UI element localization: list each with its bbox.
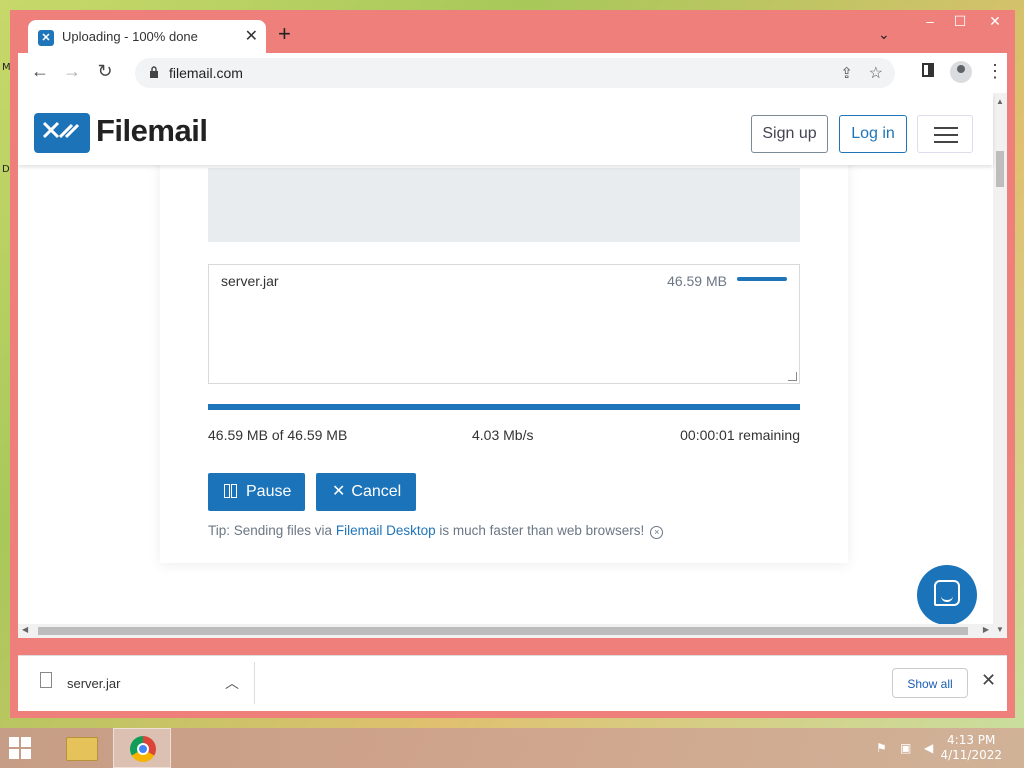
close-window-button[interactable]: ✕ <box>975 10 1015 34</box>
hamburger-menu-icon[interactable] <box>917 115 973 153</box>
cancel-button[interactable]: ✕ Cancel <box>316 473 416 511</box>
lock-icon <box>150 66 158 78</box>
file-name: server.jar <box>221 273 279 289</box>
tab-close-icon[interactable]: ✕ <box>245 26 258 46</box>
taskbar: ⚑ ▣ ◀ 4:13 PM 4/11/2022 <box>0 728 1024 768</box>
vertical-scrollbar[interactable]: ▲ ▼ <box>993 93 1007 638</box>
cancel-icon: ✕ <box>332 483 346 500</box>
action-center-flag-icon[interactable]: ⚑ <box>876 741 890 755</box>
page-viewport: Filemail Sign up Log in server.jar 46.59… <box>18 93 1007 638</box>
scroll-left-icon[interactable]: ◀ <box>22 625 28 634</box>
tab-title: Uploading - 100% done <box>62 29 198 44</box>
windows-start-icon[interactable] <box>9 737 31 759</box>
cancel-label: Cancel <box>351 483 402 500</box>
file-drop-zone[interactable] <box>208 168 800 242</box>
file-explorer-icon[interactable] <box>62 731 102 765</box>
show-all-button[interactable]: Show all <box>892 668 968 698</box>
tab-uploading[interactable]: ✕ Uploading - 100% done ✕ <box>28 20 266 54</box>
filemail-favicon-icon: ✕ <box>38 30 54 46</box>
pause-label: Pause <box>246 483 292 500</box>
time-remaining: 00:00:01 remaining <box>680 427 800 443</box>
desktop-edge-text-2: D <box>2 164 10 175</box>
volume-muted-icon[interactable]: ◀ <box>924 741 938 755</box>
browser-window: ✕ Uploading - 100% done ✕ + ⌄ – ☐ ✕ ← → … <box>10 10 1015 718</box>
scroll-up-icon[interactable]: ▲ <box>996 97 1004 106</box>
back-button[interactable]: ← <box>28 61 52 82</box>
file-icon <box>40 672 52 688</box>
tip-close-icon[interactable]: × <box>650 526 664 539</box>
upload-progress-fill <box>208 404 800 410</box>
pause-button[interactable]: Pause <box>208 473 305 511</box>
vertical-scroll-thumb[interactable] <box>996 151 1004 187</box>
chat-icon <box>934 580 960 606</box>
upload-speed: 4.03 Mb/s <box>472 427 534 443</box>
log-in-button[interactable]: Log in <box>839 115 907 153</box>
sign-up-button[interactable]: Sign up <box>751 115 828 153</box>
bookmark-star-icon[interactable]: ☆ <box>869 63 883 83</box>
browser-menu-icon[interactable]: ⋮ <box>986 61 1004 82</box>
chat-support-button[interactable] <box>917 565 977 625</box>
filemail-logo-icon[interactable] <box>34 113 90 153</box>
page-body: server.jar 46.59 MB 46.59 MB of 46.59 MB… <box>18 93 993 638</box>
reload-button[interactable]: ↻ <box>93 61 117 82</box>
profile-avatar-icon[interactable] <box>950 61 972 83</box>
window-controls: – ☐ ✕ <box>915 10 1015 34</box>
tip-text: Tip: Sending files via Filemail Desktop … <box>208 523 664 539</box>
transferred-amount: 46.59 MB of 46.59 MB <box>208 427 348 443</box>
pause-icon <box>224 484 238 498</box>
browser-toolbar: ← → ↻ filemail.com ⇪ ☆ ⋮ <box>18 53 1007 94</box>
filemail-desktop-link[interactable]: Filemail Desktop <box>336 523 436 538</box>
upload-progress-track <box>208 404 800 410</box>
tip-prefix: Tip: Sending files via <box>208 523 336 538</box>
system-clock[interactable]: 4:13 PM 4/11/2022 <box>940 733 1002 763</box>
site-header: Filemail Sign up Log in <box>18 93 993 165</box>
url-text: filemail.com <box>169 65 243 81</box>
download-file-name[interactable]: server.jar <box>67 676 120 691</box>
resize-handle[interactable] <box>788 372 797 381</box>
tab-search-button[interactable]: ⌄ <box>878 26 890 43</box>
file-progress-bar <box>737 277 787 281</box>
shelf-divider <box>254 662 255 704</box>
logo-text[interactable]: Filemail <box>96 113 208 149</box>
share-icon[interactable]: ⇪ <box>840 64 853 82</box>
minimize-button[interactable]: – <box>915 10 945 34</box>
file-list: server.jar 46.59 MB <box>208 264 800 384</box>
file-size: 46.59 MB <box>667 273 727 289</box>
clock-date: 4/11/2022 <box>940 748 1002 762</box>
tip-suffix: is much faster than web browsers! <box>435 523 645 538</box>
maximize-button[interactable]: ☐ <box>945 10 975 34</box>
download-shelf: server.jar ︿ Show all ✕ <box>18 655 1007 711</box>
clock-time: 4:13 PM <box>947 733 996 747</box>
side-panel-icon[interactable] <box>922 63 934 77</box>
close-shelf-icon[interactable]: ✕ <box>981 670 996 691</box>
scroll-down-icon[interactable]: ▼ <box>996 625 1004 634</box>
new-tab-button[interactable]: + <box>278 23 291 45</box>
tab-strip: ✕ Uploading - 100% done ✕ + ⌄ – ☐ ✕ <box>10 10 1015 54</box>
scroll-right-icon[interactable]: ▶ <box>983 625 989 634</box>
horizontal-scrollbar[interactable]: ◀ ▶ <box>18 624 993 638</box>
address-bar[interactable]: filemail.com ⇪ ☆ <box>135 58 895 88</box>
chrome-taskbar-icon[interactable] <box>113 728 171 768</box>
network-icon[interactable]: ▣ <box>900 741 914 755</box>
chevron-up-icon[interactable]: ︿ <box>225 673 239 693</box>
forward-button[interactable]: → <box>60 61 84 82</box>
horizontal-scroll-thumb[interactable] <box>38 627 968 635</box>
